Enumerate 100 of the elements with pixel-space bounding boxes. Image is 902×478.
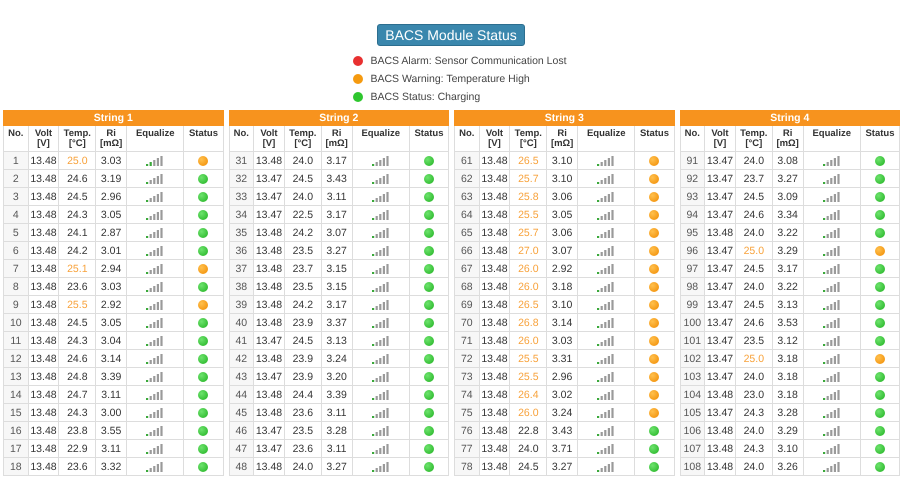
table-cell: 3.26 [772, 458, 804, 476]
table-cell: 23.0 [735, 386, 772, 404]
table-cell: 13.47 [704, 314, 736, 332]
table-cell: 13.48 [28, 188, 59, 206]
table-cell: 24.5 [58, 188, 96, 206]
table-cell: 13.47 [254, 188, 284, 206]
table-cell: 26.8 [510, 314, 547, 332]
table-cell: 13.48 [479, 296, 510, 314]
table-cell: 13.48 [28, 314, 59, 332]
table-cell: 3.11 [321, 404, 352, 422]
table-cell: 24.4 [284, 386, 322, 404]
table-cell: 12 [4, 350, 28, 368]
table-cell: 13.48 [704, 422, 736, 440]
table-cell: 13.48 [254, 260, 284, 278]
table-cell: 92 [680, 170, 705, 188]
table-cell: 24.2 [284, 224, 322, 242]
table-cell: 46 [229, 422, 254, 440]
table-cell: 25.5 [510, 206, 547, 224]
table-cell: 13.47 [704, 332, 736, 350]
table-cell: 4 [4, 206, 28, 224]
table-cell: 91 [680, 152, 705, 170]
table-cell: 77 [454, 440, 480, 458]
table-cell: 24.3 [58, 404, 96, 422]
table-cell: 23.7 [284, 260, 322, 278]
table-cell: 13.48 [28, 278, 59, 296]
table-cell: 24.1 [58, 224, 96, 242]
table-cell: 62 [454, 170, 480, 188]
table-cell: 22.5 [284, 206, 322, 224]
table-cell: 43 [229, 368, 254, 386]
table-cell: 74 [454, 386, 480, 404]
table-cell: 96 [680, 242, 705, 260]
table-cell: 3.11 [96, 386, 127, 404]
table-cell: 38 [229, 278, 254, 296]
table-cell: 13.47 [704, 260, 736, 278]
table-cell: 13.48 [479, 224, 510, 242]
table-cell: 13.48 [28, 296, 59, 314]
table-cell: 45 [229, 404, 254, 422]
table-cell: 13.48 [254, 404, 284, 422]
table-cell: 24.0 [735, 422, 772, 440]
table-cell: 3.10 [546, 296, 578, 314]
table-cell: 3.43 [546, 422, 578, 440]
table-cell: 2 [4, 170, 28, 188]
table-cell: 13.48 [479, 422, 510, 440]
table-cell: 13.48 [479, 440, 510, 458]
table-cell: 24.8 [58, 368, 96, 386]
table-cell: 24.3 [58, 332, 96, 350]
table-cell: 93 [680, 188, 705, 206]
table-cell: 10 [4, 314, 28, 332]
table-cell: 7 [4, 260, 28, 278]
table-cell: 25.1 [58, 260, 96, 278]
table-cell: 3.22 [772, 278, 804, 296]
table-cell: 13.47 [704, 296, 736, 314]
table-cell: 15 [4, 404, 28, 422]
table-cell: 1 [4, 152, 28, 170]
table-cell: 3.15 [321, 278, 352, 296]
table-cell: 24.0 [284, 458, 322, 476]
table-cell: 26.0 [510, 332, 547, 350]
table-cell: 25.5 [58, 296, 96, 314]
table-cell: 3.22 [772, 224, 804, 242]
table-cell: 13.47 [254, 422, 284, 440]
table-cell: 66 [454, 242, 480, 260]
table-cell: 3.00 [96, 404, 127, 422]
table-cell: 3.28 [321, 422, 352, 440]
table-cell: 13.48 [479, 314, 510, 332]
table-cell: 23.5 [735, 332, 772, 350]
table-cell: 13.48 [704, 458, 736, 476]
table-cell: 8 [4, 278, 28, 296]
table-cell: 3.27 [772, 170, 804, 188]
table-cell: 36 [229, 242, 254, 260]
table-cell: 37 [229, 260, 254, 278]
table-cell: 3.29 [772, 242, 804, 260]
table-cell: 3.06 [546, 224, 578, 242]
table-cell: 13.48 [479, 152, 510, 170]
page-title: BACS Module Status [377, 24, 525, 46]
table-cell: 13.47 [254, 440, 284, 458]
table-cell: 3.04 [96, 332, 127, 350]
table-cell: 13.48 [704, 224, 736, 242]
table-cell: 24.0 [510, 440, 547, 458]
table-cell: 33 [229, 188, 254, 206]
table-cell: 3.03 [546, 332, 578, 350]
table-cell: 13.48 [479, 404, 510, 422]
table-cell: 24.5 [284, 170, 322, 188]
table-cell: 2.94 [96, 260, 127, 278]
table-cell: 3.01 [96, 242, 127, 260]
table-cell: 3.39 [96, 368, 127, 386]
table-cell: 26.5 [510, 296, 547, 314]
table-cell: 94 [680, 206, 705, 224]
table-cell: 3.08 [772, 152, 804, 170]
table-cell: 13.47 [704, 152, 736, 170]
table-cell: 13.48 [28, 440, 59, 458]
table-cell: 24.5 [510, 458, 547, 476]
table-cell: 3.13 [321, 332, 352, 350]
table-cell: 24.0 [735, 278, 772, 296]
table-cell: 3.53 [772, 314, 804, 332]
table-cell: 3.11 [96, 440, 127, 458]
table-cell: 11 [4, 332, 28, 350]
table-cell: 24.0 [735, 152, 772, 170]
table-cell: 22.8 [510, 422, 547, 440]
table-cell: 24.0 [735, 368, 772, 386]
table-cell: 108 [680, 458, 705, 476]
